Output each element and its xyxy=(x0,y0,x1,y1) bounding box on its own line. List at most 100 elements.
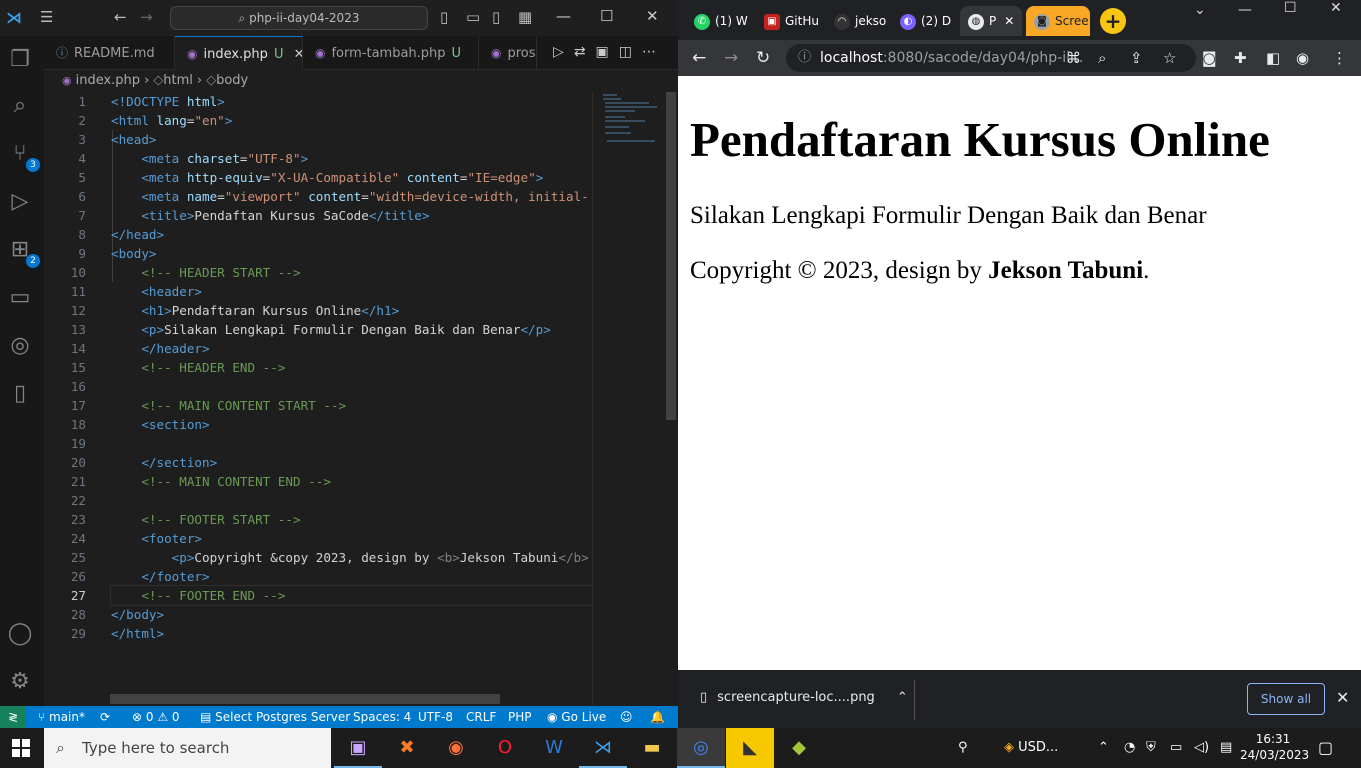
toggle-sidebar-icon[interactable]: ▯ xyxy=(440,8,448,26)
horizontal-scrollbar[interactable] xyxy=(110,694,500,704)
docker-icon[interactable]: ▯ xyxy=(6,380,34,408)
download-item[interactable]: ▯ screencapture-loc....png ⌃ xyxy=(700,690,908,705)
source-control-icon[interactable]: ⑂ 3 xyxy=(6,140,40,172)
tab-search-icon[interactable]: ⌄ xyxy=(1194,2,1206,18)
sticky-notes-app-icon[interactable]: ◣ xyxy=(726,728,774,768)
chrome-menu-icon[interactable]: ⋮ xyxy=(1332,49,1347,67)
notifications-bell-icon[interactable]: 🔔 xyxy=(650,706,665,728)
show-all-button[interactable]: Show all xyxy=(1247,683,1325,715)
maximize-button[interactable]: ☐ xyxy=(600,7,613,25)
word-app-icon[interactable]: W xyxy=(530,728,578,768)
database-icon[interactable]: ◎ xyxy=(6,332,34,360)
chrome-close-button[interactable]: ✕ xyxy=(1330,0,1342,16)
chrome-tab-github[interactable]: ▣ GitHu xyxy=(756,6,822,36)
close-tab-icon[interactable]: ✕ xyxy=(294,47,302,62)
search-icon[interactable]: ⌕ xyxy=(6,92,34,120)
keyboard-icon[interactable]: ▤ xyxy=(1220,728,1232,768)
run-debug-icon[interactable]: ▷ xyxy=(6,188,34,216)
opera-app-icon[interactable]: O xyxy=(481,728,529,768)
taskbar-search-box[interactable]: ⌕ Type here to search xyxy=(44,728,331,768)
remote-explorer-icon[interactable]: ▭ xyxy=(6,284,34,312)
currency-widget[interactable]: ◈ USD... xyxy=(1004,728,1058,768)
show-hidden-icons-chevron-icon[interactable]: ⌃ xyxy=(1098,728,1109,768)
chrome-tab-whatsapp[interactable]: ✆ (1) W xyxy=(686,6,752,36)
chevron-up-icon[interactable]: ⌃ xyxy=(897,690,908,705)
toggle-panel-icon[interactable]: ▭ xyxy=(466,8,480,26)
forward-arrow-icon[interactable]: → xyxy=(724,48,738,68)
accounts-icon[interactable]: ◯ xyxy=(6,620,34,648)
extensions-puzzle-icon[interactable]: ✚ xyxy=(1234,49,1247,67)
extensions-icon[interactable]: ⊞ 2 xyxy=(6,236,40,268)
settings-gear-icon[interactable]: ⚙ xyxy=(6,668,34,696)
taskbar-clock[interactable]: 16:31 24/03/2023 xyxy=(1240,731,1309,763)
breadcrumb-html[interactable]: html xyxy=(163,73,193,88)
eol-status[interactable]: CRLF xyxy=(466,706,496,728)
chrome-maximize-button[interactable]: ☐ xyxy=(1284,0,1297,16)
close-button[interactable]: ✕ xyxy=(646,7,659,25)
remote-indicator-icon[interactable]: ≷ xyxy=(0,706,26,728)
tab-proses[interactable]: ◉ pros xyxy=(479,36,537,70)
tab-form-tambah[interactable]: ◉ form-tambah.php U xyxy=(303,36,479,70)
chrome-tab-discord[interactable]: ◐ (2) D xyxy=(892,6,956,36)
customize-layout-icon[interactable]: ▦ xyxy=(518,8,532,26)
language-status[interactable]: PHP xyxy=(508,706,532,728)
line-number: 1 xyxy=(78,94,86,109)
video-editor-app-icon[interactable]: ▣ xyxy=(334,728,382,768)
vscode-logo-icon[interactable]: ⋊ xyxy=(6,8,22,27)
close-download-bar-icon[interactable]: ✕ xyxy=(1336,688,1349,707)
toggle-secondary-sidebar-icon[interactable]: ▯ xyxy=(492,8,500,26)
new-tab-button[interactable]: + xyxy=(1100,8,1126,34)
go-live-status[interactable]: ◉ Go Live xyxy=(547,706,606,728)
command-center-search[interactable]: ⌕ php-ii-day04-2023 xyxy=(170,6,428,30)
chrome-tab-active[interactable]: ◍ P ✕ xyxy=(960,6,1022,36)
chrome-minimize-button[interactable]: — xyxy=(1238,2,1252,18)
scrollbar-thumb[interactable] xyxy=(666,92,676,420)
problems-status[interactable]: ⊗ 0 ⚠ 0 xyxy=(132,706,180,728)
bookmark-star-icon[interactable]: ☆ xyxy=(1163,49,1176,67)
firefox-app-icon[interactable]: ◉ xyxy=(432,728,480,768)
vscode-app-icon[interactable]: ⋊ xyxy=(579,728,627,768)
postgres-status[interactable]: ▤ Select Postgres Server xyxy=(200,706,350,728)
code-editor[interactable]: 1 2 3 4 5 6 7 8 9 10 11 12 13 14 15 16 1… xyxy=(44,92,592,706)
feedback-icon[interactable]: ☺ xyxy=(620,706,633,728)
file-explorer-app-icon[interactable]: ▬ xyxy=(628,728,676,768)
profile-avatar-icon[interactable]: ◉ xyxy=(1296,49,1309,67)
side-panel-icon[interactable]: ◧ xyxy=(1266,49,1280,67)
branch-status[interactable]: ⑂ main* xyxy=(38,706,85,728)
breadcrumb-file[interactable]: index.php xyxy=(76,73,140,88)
menu-icon[interactable]: ☰ xyxy=(40,8,53,26)
minimize-button[interactable]: — xyxy=(556,7,571,25)
translate-icon[interactable]: ⌘ xyxy=(1066,49,1081,67)
sync-icon[interactable]: ⟳ xyxy=(100,706,110,728)
chrome-tab-jekson[interactable]: ◠ jekso xyxy=(826,6,888,36)
back-arrow-icon[interactable]: ← xyxy=(692,48,706,68)
chrome-app-icon[interactable]: ◎ xyxy=(677,728,725,768)
indentation-status[interactable]: Spaces: 4 xyxy=(353,706,411,728)
security-shield-icon[interactable]: ⛨ xyxy=(1146,728,1156,768)
battery-icon[interactable]: ▭ xyxy=(1170,728,1182,768)
site-info-icon[interactable]: ⓘ xyxy=(798,44,811,72)
chrome-tab-screencapture[interactable]: ◙ Scree xyxy=(1026,6,1090,36)
wifi-icon[interactable]: ◔ xyxy=(1124,728,1135,768)
close-tab-icon[interactable]: ✕ xyxy=(1004,14,1014,28)
editor-actions[interactable]: ▷⇄▣◫⋯ xyxy=(553,44,666,60)
breadcrumb-body[interactable]: body xyxy=(216,73,248,88)
share-icon[interactable]: ⇪ xyxy=(1130,49,1143,67)
screenshot-extension-icon[interactable]: ◙ xyxy=(1202,49,1217,67)
tab-readme[interactable]: ⓘ README.md xyxy=(44,36,175,70)
tab-index-php[interactable]: ◉ index.php U ✕ xyxy=(175,36,303,70)
reload-icon[interactable]: ↻ xyxy=(756,48,770,68)
back-arrow-icon[interactable]: ← xyxy=(114,8,127,26)
encoding-status[interactable]: UTF-8 xyxy=(418,706,453,728)
notification-center-icon[interactable]: ▢ xyxy=(1318,738,1333,757)
volume-icon[interactable]: ◁) xyxy=(1194,728,1209,768)
explorer-icon[interactable]: ❐ xyxy=(6,46,34,74)
people-icon[interactable]: ⚲ xyxy=(958,728,968,768)
vertical-scrollbar[interactable] xyxy=(664,92,678,706)
git-app-icon[interactable]: ◆ xyxy=(775,728,823,768)
xampp-app-icon[interactable]: ✖ xyxy=(383,728,431,768)
forward-arrow-icon[interactable]: → xyxy=(140,8,153,26)
minimap[interactable] xyxy=(592,92,664,706)
zoom-icon[interactable]: ⌕ xyxy=(1098,49,1106,67)
windows-start-icon[interactable] xyxy=(12,739,30,757)
